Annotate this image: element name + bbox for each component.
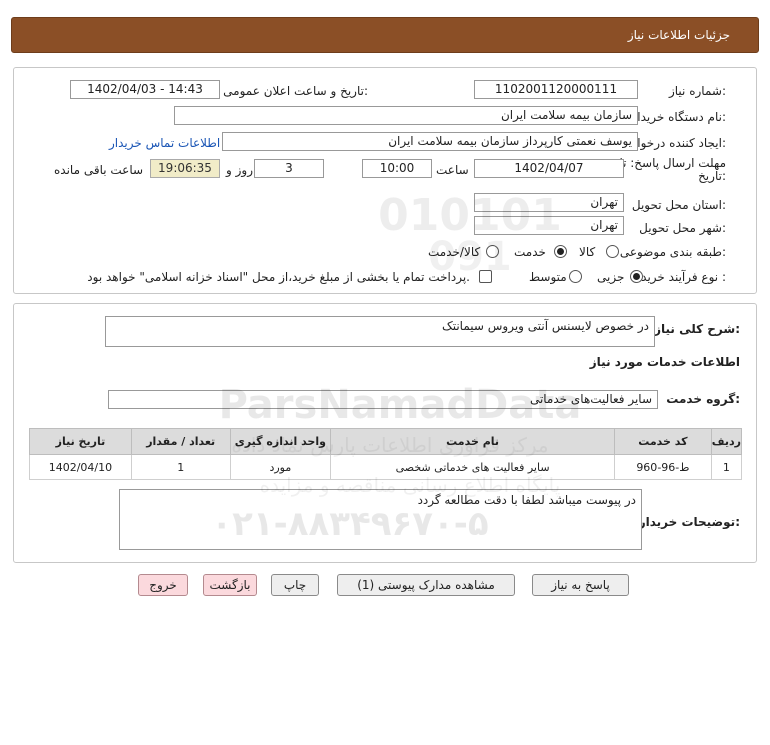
table-row: 1 ط-96-960 سایر فعالیت های خدماتی شخصی م… <box>29 454 743 480</box>
services-table: ردیف کد خدمت نام خدمت واحد اندازه گیری ت… <box>29 428 743 480</box>
col-service-code: کد خدمت <box>614 428 712 455</box>
exit-button[interactable]: خروج <box>138 574 188 596</box>
page-header: جزئیات اطلاعات نیاز <box>11 17 759 53</box>
countdown-field: 19:06:35 <box>150 159 220 178</box>
cell-row: 1 <box>710 454 743 480</box>
treasury-note: پرداخت تمام یا بخشی از مبلغ خرید،از محل … <box>87 270 470 284</box>
service-group-field: سایر فعالیت‌های خدماتی <box>108 390 658 409</box>
deadline-label: مهلت ارسال پاسخ: تا تاریخ: <box>619 156 726 183</box>
category-option-goods: کالا <box>579 245 596 259</box>
cell-service-name: سایر فعالیت های خدماتی شخصی <box>330 454 615 480</box>
col-need-date: تاریخ نیاز <box>29 428 132 455</box>
buyer-org-field: سازمان بیمه سلامت ایران <box>174 106 638 125</box>
service-group-label: گروه خدمت: <box>666 392 740 406</box>
need-details-panel: شرح کلی نیاز: در خصوص لایسنس آنتی ویروس … <box>13 303 757 563</box>
requester-field: یوسف نعمتی کارپرداز سازمان بیمه سلامت ای… <box>222 132 638 151</box>
category-radio-goods-service[interactable] <box>486 245 499 258</box>
category-radio-goods[interactable] <box>606 245 619 258</box>
print-button[interactable]: چاپ <box>271 574 319 596</box>
back-button[interactable]: بازگشت <box>203 574 257 596</box>
days-label: روز و <box>226 163 253 177</box>
buyer-contact-link[interactable]: اطلاعات تماس خریدار <box>109 136 220 150</box>
category-option-service: خدمت <box>514 245 546 259</box>
province-label: استان محل تحویل: <box>631 198 726 212</box>
time-label: ساعت <box>436 163 469 177</box>
cell-quantity: 1 <box>130 454 231 480</box>
category-radio-service[interactable] <box>554 245 567 258</box>
need-number-field: 1102001120000111 <box>474 80 638 99</box>
process-option-minor: جزیی <box>597 270 625 284</box>
city-label: شهر محل تحویل: <box>639 221 726 235</box>
description-label: شرح کلی نیاز: <box>654 322 740 336</box>
announce-field: 1402/04/03 - 14:43 <box>70 80 220 99</box>
remaining-label: ساعت باقی مانده <box>54 163 144 177</box>
need-number-label: شماره نیاز: <box>668 84 726 98</box>
cell-need-date: 1402/04/10 <box>29 454 132 480</box>
col-row: ردیف <box>710 428 743 455</box>
col-service-name: نام خدمت <box>330 428 615 455</box>
col-quantity: تعداد / مقدار <box>130 428 231 455</box>
province-field: تهران <box>474 193 624 212</box>
category-label: طبقه بندی موضوعی: <box>619 245 726 259</box>
category-option-goods-service: کالا/خدمت <box>428 245 481 259</box>
city-field: تهران <box>474 216 624 235</box>
cell-service-code: ط-96-960 <box>614 454 712 480</box>
buyer-org-label: نام دستگاه خریدار: <box>631 110 727 124</box>
buyer-notes-field: در پیوست میباشد لطفا با دقت مطالعه گردد <box>119 489 642 550</box>
deadline-date-field: 1402/04/07 <box>474 159 624 178</box>
announce-label: تاریخ و ساعت اعلان عمومی: <box>223 84 368 98</box>
cell-unit: مورد <box>229 454 332 480</box>
table-header-row: ردیف کد خدمت نام خدمت واحد اندازه گیری ت… <box>29 428 743 455</box>
need-info-panel: شماره نیاز: 1102001120000111 تاریخ و ساع… <box>13 67 757 294</box>
deadline-time-field: 10:00 <box>362 159 432 178</box>
process-option-medium: متوسط <box>529 270 567 284</box>
treasury-checkbox[interactable] <box>479 270 492 283</box>
process-label: نوع فرآیند خرید : <box>641 270 726 284</box>
buyer-notes-label: توضیحات خریدار: <box>638 515 740 529</box>
process-radio-medium[interactable] <box>569 270 582 283</box>
process-radio-minor[interactable] <box>630 270 643 283</box>
col-unit: واحد اندازه گیری <box>229 428 332 455</box>
page-title: جزئیات اطلاعات نیاز <box>627 28 730 42</box>
attachments-button[interactable]: مشاهده مدارک پیوستی (1) <box>337 574 515 596</box>
days-field: 3 <box>254 159 324 178</box>
description-field: در خصوص لایسنس آنتی ویروس سیمانتک <box>105 316 655 347</box>
services-section-title: اطلاعات خدمات مورد نیاز <box>589 355 740 369</box>
reply-button[interactable]: پاسخ به نیاز <box>532 574 629 596</box>
